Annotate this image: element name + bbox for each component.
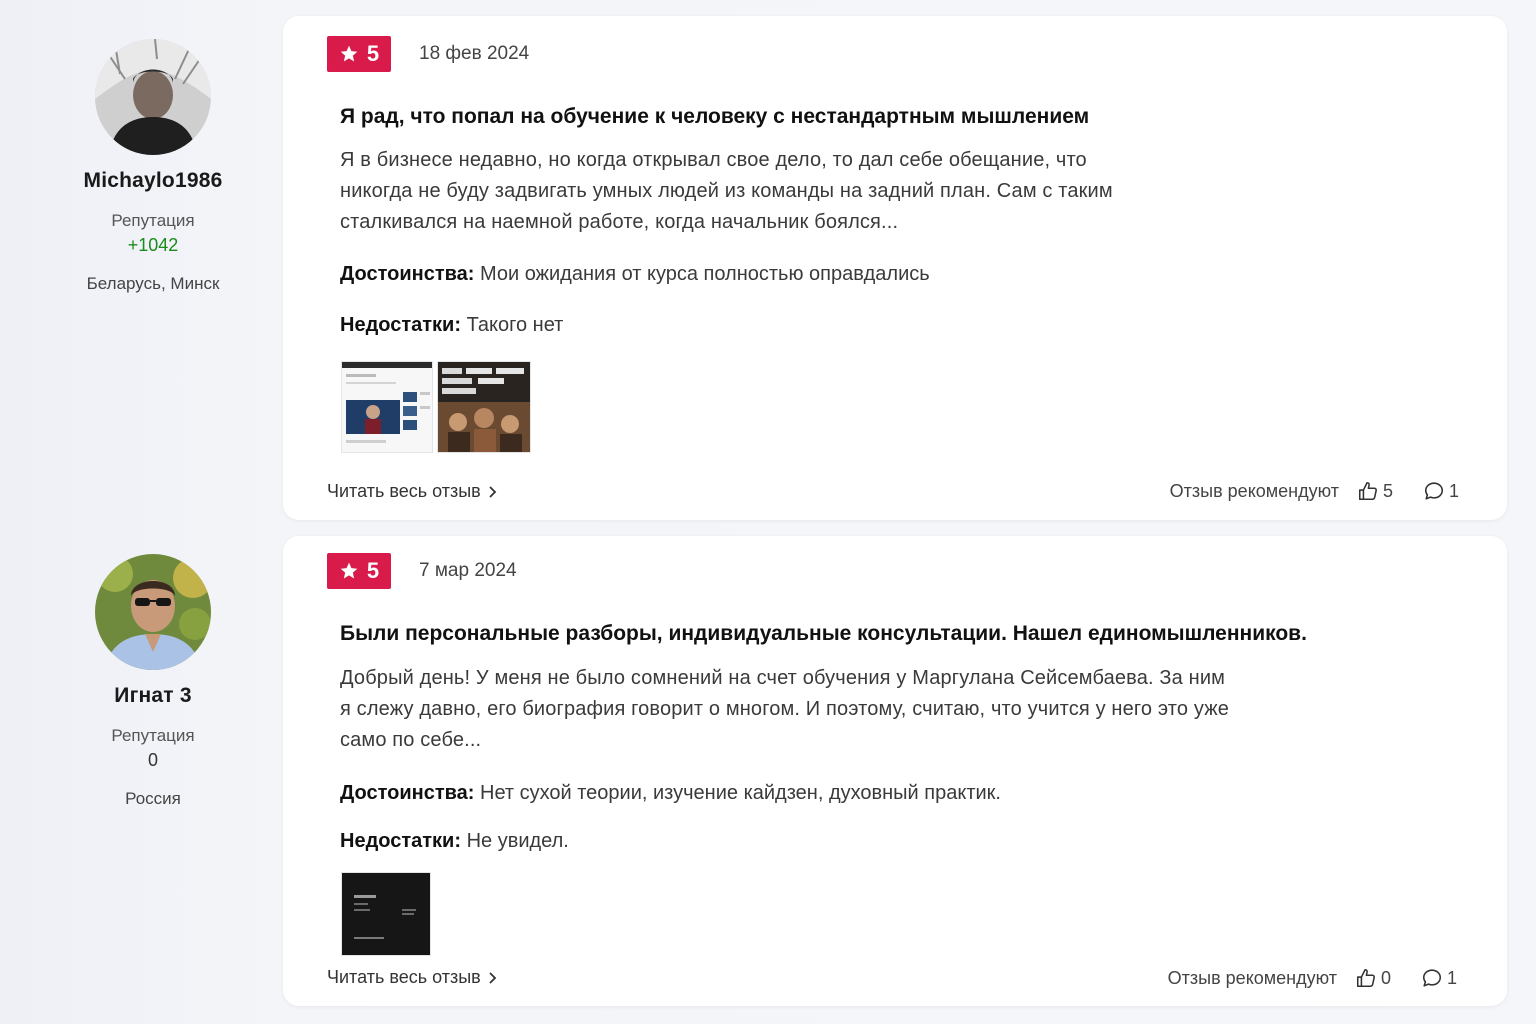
author-avatar[interactable] <box>95 39 211 155</box>
author-name[interactable]: Игнат 3 <box>30 684 276 708</box>
cons-text: Такого нет <box>466 314 564 336</box>
star-icon <box>340 45 358 62</box>
author-name[interactable]: Michaylo1986 <box>30 169 276 193</box>
review-header: 5 18 фев 2024 <box>327 36 529 72</box>
cons-label: Недостатки: <box>340 830 462 852</box>
review-item: Michaylo1986 Репутация +1042 Беларусь, М… <box>0 0 1536 530</box>
recommend-label: Отзыв рекомендуют <box>1167 967 1337 988</box>
read-more-label: Читать весь отзыв <box>327 481 481 501</box>
comments-button[interactable]: 1 <box>1421 967 1457 989</box>
review-title[interactable]: Я рад, что попал на обучение к человеку … <box>340 105 1089 129</box>
review-cons: Недостатки: Такого нет <box>340 314 563 337</box>
comments-button[interactable]: 1 <box>1423 480 1459 502</box>
rating-value: 5 <box>366 41 380 66</box>
reputation-label: Репутация <box>111 726 195 745</box>
author-avatar[interactable] <box>95 554 211 670</box>
like-count: 5 <box>1382 480 1393 501</box>
attachment-thumbnail[interactable] <box>341 361 433 453</box>
review-date: 7 мар 2024 <box>419 560 517 581</box>
review-author: Игнат 3 Репутация 0 Россия <box>30 554 276 809</box>
review-card: 5 7 мар 2024 Были персональные разборы, … <box>283 536 1507 1006</box>
review-date: 18 фев 2024 <box>419 43 530 64</box>
pros-label: Достоинства: <box>340 263 475 285</box>
reputation-label: Репутация <box>111 211 195 230</box>
review-header: 5 7 мар 2024 <box>327 553 517 589</box>
attachment-thumbnail[interactable] <box>437 361 531 453</box>
recommend-label: Отзыв рекомендуют <box>1169 480 1339 501</box>
chevron-right-icon <box>489 486 496 497</box>
review-pros: Достоинства: Мои ожидания от курса полно… <box>340 263 930 286</box>
comment-count: 1 <box>1448 480 1459 501</box>
review-footer-actions: Отзыв рекомендуют 0 1 <box>1168 967 1457 989</box>
thumbs-up-icon <box>1356 968 1375 988</box>
rating-badge: 5 <box>327 36 391 72</box>
author-location: Беларусь, Минск <box>86 274 220 293</box>
review-title[interactable]: Были персональные разборы, индивидуальны… <box>340 622 1307 646</box>
pros-text: Нет сухой теории, изучение кайдзен, духо… <box>480 782 1001 804</box>
read-full-review-link[interactable]: Читать весь отзыв <box>327 967 497 988</box>
star-icon <box>340 562 358 579</box>
comment-bubble-icon <box>1422 969 1442 987</box>
like-button[interactable]: 0 <box>1355 967 1391 989</box>
reputation-value: +1042 <box>127 235 179 255</box>
review-body: Я в бизнесе недавно, но когда открывал с… <box>340 149 1113 233</box>
like-count: 0 <box>1380 967 1391 988</box>
rating-badge: 5 <box>327 553 391 589</box>
review-attachments <box>341 872 431 956</box>
like-button[interactable]: 5 <box>1357 480 1393 502</box>
rating-value: 5 <box>366 558 380 583</box>
comment-bubble-icon <box>1424 482 1444 500</box>
review-body: Добрый день! У меня не было сомнений на … <box>340 667 1230 751</box>
pros-label: Достоинства: <box>340 782 475 804</box>
author-location: Россия <box>125 789 181 808</box>
review-author: Michaylo1986 Репутация +1042 Беларусь, М… <box>30 39 276 294</box>
pros-text: Мои ожидания от курса полностью оправдал… <box>480 263 930 285</box>
thumbs-up-icon <box>1358 481 1377 501</box>
attachment-thumbnail[interactable] <box>341 872 431 956</box>
cons-label: Недостатки: <box>340 314 462 336</box>
review-item: Игнат 3 Репутация 0 Россия 5 7 мар 2024 … <box>0 530 1536 1024</box>
review-cons: Недостатки: Не увидел. <box>340 830 569 853</box>
chevron-right-icon <box>489 972 496 983</box>
read-more-label: Читать весь отзыв <box>327 967 481 987</box>
review-footer-actions: Отзыв рекомендуют 5 1 <box>1170 480 1459 502</box>
cons-text: Не увидел. <box>466 830 569 852</box>
comment-count: 1 <box>1446 967 1457 988</box>
review-attachments <box>341 361 531 453</box>
review-card: 5 18 фев 2024 Я рад, что попал на обучен… <box>283 16 1507 520</box>
read-full-review-link[interactable]: Читать весь отзыв <box>327 481 497 502</box>
reputation-value: 0 <box>147 750 158 770</box>
review-pros: Достоинства: Нет сухой теории, изучение … <box>340 782 1001 805</box>
